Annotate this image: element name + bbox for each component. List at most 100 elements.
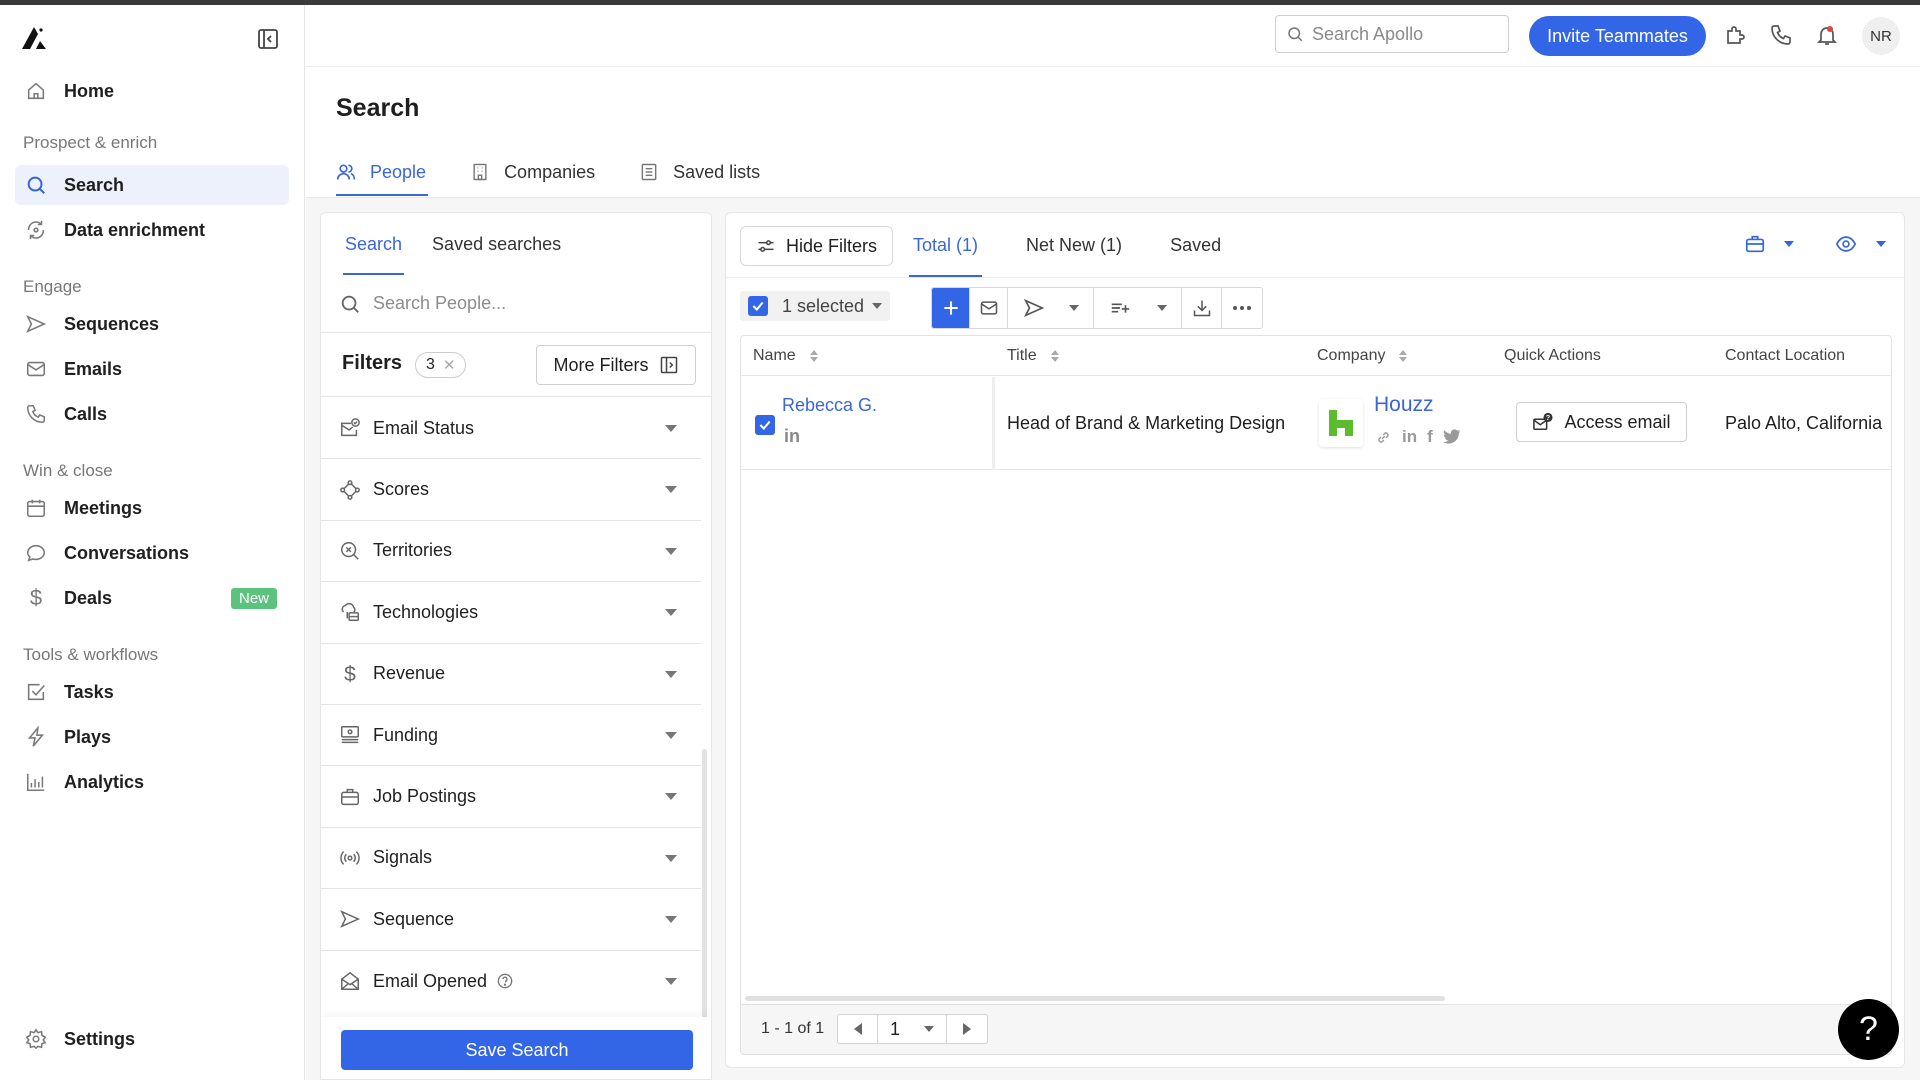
facebook-icon[interactable]: f bbox=[1427, 427, 1433, 447]
column-header-title[interactable]: Title bbox=[1007, 336, 1059, 376]
pagination-controls: 1 bbox=[837, 1014, 988, 1044]
sidebar-item-plays[interactable]: Plays bbox=[15, 717, 289, 757]
select-all-dropdown[interactable]: 1 selected bbox=[740, 291, 890, 321]
sidebar-section-tools: Tools & workflows bbox=[23, 645, 159, 664]
tab-total[interactable]: Total (1) bbox=[908, 213, 983, 277]
sidebar-item-label: Settings bbox=[64, 1028, 136, 1049]
sidebar-item-analytics[interactable]: Analytics bbox=[15, 762, 289, 802]
filter-email-status[interactable]: Email Status bbox=[321, 398, 701, 460]
sidebar-item-label: Tasks bbox=[64, 681, 114, 702]
twitter-icon[interactable] bbox=[1442, 429, 1461, 445]
phone-icon[interactable] bbox=[1769, 23, 1795, 49]
email-button[interactable] bbox=[970, 288, 1008, 328]
next-page-button[interactable] bbox=[947, 1015, 987, 1043]
sidebar-item-search[interactable]: Search bbox=[15, 165, 289, 205]
collapse-sidebar-icon[interactable] bbox=[256, 27, 282, 53]
page-title: Search bbox=[336, 94, 420, 122]
linkedin-icon[interactable]: in bbox=[784, 426, 800, 447]
save-search-button[interactable]: Save Search bbox=[341, 1030, 693, 1070]
tab-people[interactable]: People bbox=[336, 148, 429, 196]
chevron-down-icon[interactable] bbox=[1784, 241, 1794, 247]
invite-teammates-button[interactable]: Invite Teammates bbox=[1529, 16, 1706, 56]
sidebar-item-label: Data enrichment bbox=[64, 219, 206, 240]
sort-icon[interactable] bbox=[809, 350, 818, 362]
hide-filters-button[interactable]: Hide Filters bbox=[740, 226, 893, 266]
filter-scores[interactable]: Scores bbox=[321, 459, 701, 521]
sidebar-item-settings[interactable]: Settings bbox=[15, 1019, 289, 1059]
sliders-icon bbox=[756, 236, 776, 256]
filter-email-opened[interactable]: Email Opened bbox=[321, 951, 701, 1012]
eye-icon[interactable] bbox=[1834, 233, 1858, 255]
help-chat-button[interactable]: ? bbox=[1838, 999, 1899, 1060]
sequence-dropdown-button[interactable] bbox=[1008, 288, 1094, 328]
add-field-dropdown-button[interactable] bbox=[1094, 288, 1182, 328]
puzzle-extension-icon[interactable] bbox=[1723, 23, 1749, 49]
filter-territories[interactable]: Territories bbox=[321, 521, 701, 583]
sort-icon[interactable] bbox=[1050, 350, 1059, 362]
sidebar-item-calls[interactable]: Calls bbox=[15, 394, 289, 434]
mail-icon bbox=[23, 356, 49, 382]
briefcase-icon[interactable] bbox=[1744, 233, 1766, 255]
filter-signals[interactable]: Signals bbox=[321, 828, 701, 890]
filter-funding[interactable]: Funding bbox=[321, 705, 701, 767]
top-bar: Invite Teammates NR bbox=[306, 5, 1920, 67]
clear-filters-icon[interactable]: ✕ bbox=[443, 356, 456, 374]
previous-page-button[interactable] bbox=[838, 1015, 878, 1043]
filter-label: Scores bbox=[373, 479, 430, 500]
list-add-icon bbox=[1109, 297, 1131, 319]
company-name-link[interactable]: Houzz bbox=[1374, 393, 1434, 417]
table-horizontal-scrollbar[interactable] bbox=[745, 996, 1445, 1001]
help-circle-icon[interactable] bbox=[497, 973, 513, 989]
chevron-down-icon[interactable] bbox=[1876, 241, 1886, 247]
building-icon bbox=[470, 162, 490, 182]
tab-companies[interactable]: Companies bbox=[470, 148, 595, 196]
filter-sequence[interactable]: Sequence bbox=[321, 889, 701, 951]
people-search[interactable] bbox=[321, 275, 711, 333]
filter-job-postings[interactable]: Job Postings bbox=[321, 766, 701, 828]
website-link-icon[interactable] bbox=[1375, 429, 1392, 446]
pagination: 1 - 1 of 1 1 bbox=[740, 1005, 1892, 1055]
bulk-action-bar bbox=[931, 287, 1263, 329]
sidebar-item-emails[interactable]: Emails bbox=[15, 349, 289, 389]
export-download-button[interactable] bbox=[1182, 288, 1222, 328]
access-email-button[interactable]: ? Access email bbox=[1516, 402, 1687, 442]
add-to-list-button[interactable] bbox=[932, 288, 970, 328]
home-icon bbox=[23, 78, 49, 104]
filter-revenue[interactable]: $ Revenue bbox=[321, 644, 701, 705]
sort-icon[interactable] bbox=[1399, 350, 1408, 362]
sidebar-item-home[interactable]: Home bbox=[15, 71, 289, 111]
apollo-logo-icon[interactable] bbox=[20, 25, 52, 55]
chat-bubble-icon bbox=[23, 540, 49, 566]
tab-saved-lists[interactable]: Saved lists bbox=[639, 148, 760, 196]
more-filters-button[interactable]: More Filters bbox=[536, 345, 696, 385]
filter-technologies[interactable]: Technologies bbox=[321, 582, 701, 644]
tab-saved-searches[interactable]: Saved searches bbox=[430, 213, 563, 275]
global-search-input[interactable] bbox=[1312, 23, 1492, 45]
sidebar-item-tasks[interactable]: Tasks bbox=[15, 672, 289, 712]
select-all-checkbox[interactable] bbox=[748, 296, 768, 316]
checkbox-task-icon bbox=[23, 679, 49, 705]
sidebar-item-label: Analytics bbox=[64, 771, 145, 792]
filter-panel-scrollbar[interactable] bbox=[702, 749, 707, 1019]
sidebar-item-meetings[interactable]: Meetings bbox=[15, 488, 289, 528]
person-name-link[interactable]: Rebecca G. bbox=[782, 395, 877, 416]
sidebar-item-data-enrichment[interactable]: Data enrichment bbox=[15, 210, 289, 250]
tab-search[interactable]: Search bbox=[343, 213, 405, 275]
column-header-name[interactable]: Name bbox=[753, 336, 818, 376]
company-logo[interactable] bbox=[1319, 399, 1363, 447]
tab-saved[interactable]: Saved bbox=[1168, 213, 1223, 277]
sidebar-item-deals[interactable]: $ Deals New bbox=[15, 578, 289, 618]
people-search-input[interactable] bbox=[373, 293, 693, 314]
filter-label: Funding bbox=[373, 724, 439, 745]
sidebar-item-sequences[interactable]: Sequences bbox=[15, 304, 289, 344]
page-select[interactable]: 1 bbox=[878, 1015, 947, 1043]
more-actions-button[interactable] bbox=[1222, 288, 1262, 328]
linkedin-icon[interactable]: in bbox=[1402, 427, 1417, 447]
column-header-company[interactable]: Company bbox=[1317, 336, 1408, 376]
row-checkbox[interactable] bbox=[755, 415, 775, 435]
sidebar-item-conversations[interactable]: Conversations bbox=[15, 533, 289, 573]
bell-notification-icon[interactable] bbox=[1815, 23, 1841, 49]
global-search[interactable] bbox=[1275, 15, 1509, 53]
tab-net-new[interactable]: Net New (1) bbox=[1024, 213, 1124, 277]
user-avatar[interactable]: NR bbox=[1862, 17, 1900, 55]
